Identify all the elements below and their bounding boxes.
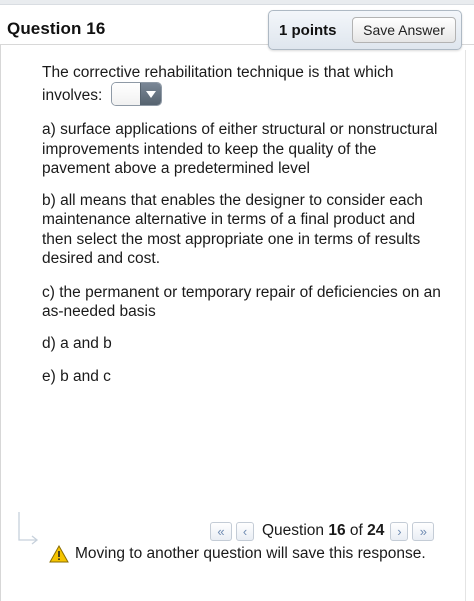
warning-text: Moving to another question will save thi…: [75, 545, 426, 562]
save-warning: Moving to another question will save thi…: [49, 545, 426, 563]
question-prompt-text: The corrective rehabilitation technique …: [42, 64, 394, 105]
question-counter-word: Question: [262, 522, 325, 539]
corner-arrow-icon: [18, 512, 39, 545]
option-d: d) a and b: [42, 334, 112, 352]
points-label: 1 points: [279, 22, 337, 39]
option-a: a) surface applications of either struct…: [42, 121, 438, 177]
question-counter-total: 24: [367, 522, 385, 539]
chevron-left-icon[interactable]: ‹: [236, 521, 254, 541]
warning-icon: [49, 545, 69, 563]
option-b: b) all means that enables the designer t…: [42, 191, 423, 268]
option-e: e) b and c: [42, 368, 111, 385]
points-panel: 1 points Save Answer: [268, 10, 462, 50]
dropdown-arrow-icon: [139, 83, 161, 105]
content-border: [465, 50, 466, 601]
question-counter-of: of: [349, 522, 363, 539]
question-title: Question 16: [7, 19, 106, 38]
option-c: c) the permanent or temporary repair of …: [42, 283, 441, 321]
question-counter-current: 16: [328, 522, 346, 539]
question-counter: Question 16 of 24: [262, 522, 384, 540]
question-prompt: The corrective rehabilitation technique …: [42, 62, 447, 108]
save-answer-button[interactable]: Save Answer: [352, 17, 456, 43]
question-navigation: « ‹ Question 16 of 24 › »: [210, 521, 438, 541]
answer-select-value: [111, 83, 141, 105]
chevron-right-icon[interactable]: ›: [390, 521, 409, 541]
answer-select[interactable]: [110, 82, 162, 106]
question-content: The corrective rehabilitation technique …: [42, 62, 447, 387]
double-chevron-left-icon[interactable]: «: [210, 521, 232, 541]
double-chevron-right-icon[interactable]: »: [412, 521, 435, 541]
